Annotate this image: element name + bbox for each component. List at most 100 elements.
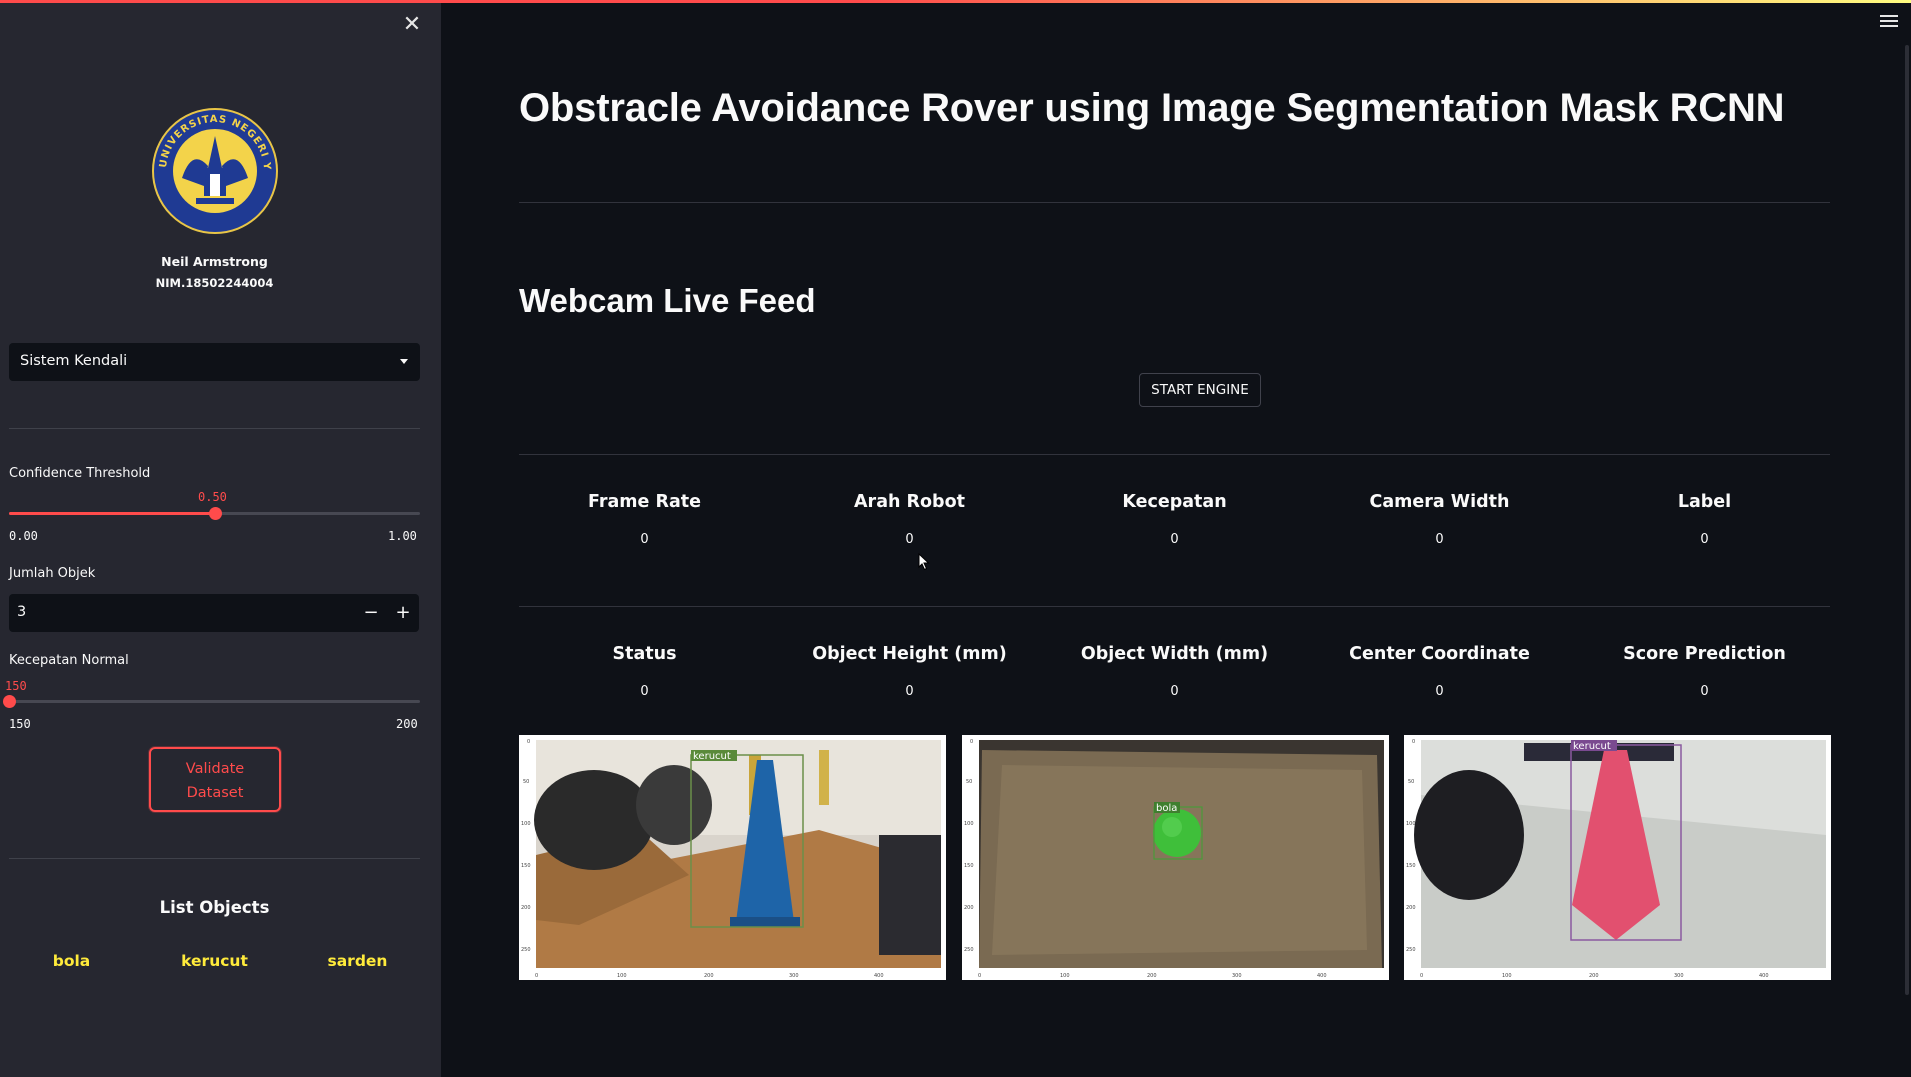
- metric-frame-rate: Frame Rate 0: [512, 492, 777, 547]
- decrement-button[interactable]: −: [355, 594, 387, 632]
- y-tick: 0: [970, 739, 973, 745]
- section-title: Webcam Live Feed: [519, 282, 816, 319]
- metric-arah-robot: Arah Robot 0: [777, 492, 1042, 547]
- mode-select-value: Sistem Kendali: [20, 353, 128, 369]
- metric-value: 0: [640, 532, 649, 547]
- confidence-slider-thumb[interactable]: [208, 507, 222, 520]
- y-tick: 50: [1408, 779, 1414, 785]
- metric-value: 0: [1700, 532, 1709, 547]
- user-nim: NIM.18502244004: [155, 276, 274, 290]
- object-item-bola: bola: [52, 952, 91, 970]
- metric-value: 0: [640, 684, 649, 699]
- x-tick: 0: [978, 973, 981, 979]
- detection-label: kerucut: [1573, 741, 1611, 752]
- metric-object-width: Object Width (mm) 0: [1042, 644, 1307, 699]
- y-tick: 150: [964, 863, 974, 869]
- x-tick: 200: [1147, 973, 1157, 979]
- kecepatan-value: 150: [5, 679, 27, 693]
- kecepatan-slider-thumb[interactable]: [3, 695, 16, 708]
- metric-label: Camera Width: [1369, 492, 1510, 512]
- close-icon[interactable]: ✕: [402, 14, 422, 36]
- y-tick: 100: [521, 821, 531, 827]
- y-tick: 200: [521, 905, 531, 911]
- metric-label: Object Height (mm): [812, 644, 1007, 664]
- object-item-kerucut: kerucut: [181, 952, 248, 970]
- confidence-slider-fill: [9, 512, 215, 515]
- x-tick: 400: [874, 973, 884, 979]
- y-tick: 250: [521, 947, 531, 953]
- metric-label: Object Width (mm): [1080, 644, 1269, 664]
- chevron-down-icon: [400, 359, 408, 364]
- y-tick: 50: [966, 779, 972, 785]
- y-tick: 150: [1406, 863, 1416, 869]
- confidence-max: 1.00: [388, 529, 417, 543]
- metrics-divider: [519, 454, 1830, 455]
- hamburger-menu-icon[interactable]: [1880, 15, 1898, 29]
- metric-label: Label: [1677, 492, 1732, 512]
- jumlah-objek-label: Jumlah Objek: [9, 566, 96, 581]
- metric-value: 0: [905, 684, 914, 699]
- kecepatan-min: 150: [9, 717, 31, 731]
- detection-label: kerucut: [693, 751, 731, 762]
- y-tick: 100: [964, 821, 974, 827]
- metric-value: 0: [1700, 684, 1709, 699]
- start-engine-button[interactable]: START ENGINE: [1139, 373, 1261, 407]
- metric-label: Kecepatan: [1122, 492, 1227, 512]
- x-tick: 100: [1060, 973, 1070, 979]
- metric-label-value: Label 0: [1572, 492, 1837, 547]
- detection-image-2: bola 0 50 100 150 200 250 0 100 200 300 …: [962, 735, 1389, 980]
- metric-value: 0: [1170, 532, 1179, 547]
- metric-center-coordinate: Center Coordinate 0: [1307, 644, 1572, 699]
- metric-value: 0: [1435, 684, 1444, 699]
- top-progress-bar: [0, 0, 1911, 3]
- user-name: Neil Armstrong: [161, 254, 268, 269]
- university-logo: UNIVERSITAS NEGERI YOGYAKARTA: [152, 108, 278, 234]
- x-tick: 100: [617, 973, 627, 979]
- x-tick: 400: [1317, 973, 1327, 979]
- detection-label: bola: [1156, 803, 1177, 814]
- mode-select[interactable]: Sistem Kendali: [9, 343, 420, 381]
- metric-label: Arah Robot: [854, 492, 965, 512]
- y-tick: 0: [527, 739, 530, 745]
- x-tick: 200: [1589, 973, 1599, 979]
- x-tick: 200: [704, 973, 714, 979]
- metric-object-height: Object Height (mm) 0: [777, 644, 1042, 699]
- y-tick: 150: [521, 863, 531, 869]
- x-tick: 300: [1232, 973, 1242, 979]
- metric-score-prediction: Score Prediction 0: [1572, 644, 1837, 699]
- page-title: Obstracle Avoidance Rover using Image Se…: [519, 86, 1785, 130]
- x-tick: 0: [535, 973, 538, 979]
- increment-button[interactable]: +: [387, 594, 419, 632]
- scrollbar[interactable]: [1905, 45, 1909, 995]
- y-tick: 50: [523, 779, 529, 785]
- y-tick: 100: [1406, 821, 1416, 827]
- detection-image-1: kerucut 0 50 100 150 200 250 0 100 200 3…: [519, 735, 946, 980]
- confidence-value: 0.50: [198, 490, 227, 504]
- validate-button-line1: Validate: [185, 761, 245, 777]
- detection-image-3: kerucut 0 50 100 150 200 250 0 100 200 3…: [1404, 735, 1831, 980]
- x-tick: 300: [1674, 973, 1684, 979]
- kecepatan-max: 200: [396, 717, 418, 731]
- kecepatan-slider-track[interactable]: [9, 700, 420, 703]
- metric-value: 0: [1435, 532, 1444, 547]
- x-tick: 400: [1759, 973, 1769, 979]
- validate-dataset-button[interactable]: Validate Dataset: [149, 747, 281, 812]
- y-tick: 200: [1406, 905, 1416, 911]
- sidebar: ✕ UNIVERSITAS NEGERI YOGYAKARTA Neil Arm…: [0, 0, 441, 1077]
- metric-value: 0: [1170, 684, 1179, 699]
- confidence-label: Confidence Threshold: [9, 466, 151, 481]
- metrics-divider: [519, 606, 1830, 607]
- jumlah-objek-input[interactable]: 3 − +: [9, 594, 419, 632]
- y-tick: 250: [1406, 947, 1416, 953]
- list-objects-title: List Objects: [159, 898, 270, 917]
- confidence-min: 0.00: [9, 529, 38, 543]
- x-tick: 100: [1502, 973, 1512, 979]
- y-tick: 250: [964, 947, 974, 953]
- metric-label: Status: [612, 644, 677, 664]
- x-tick: 0: [1420, 973, 1423, 979]
- metric-label: Score Prediction: [1623, 644, 1786, 664]
- object-item-sarden: sarden: [327, 952, 388, 970]
- sidebar-divider: [9, 858, 420, 859]
- metric-status: Status 0: [512, 644, 777, 699]
- kecepatan-label: Kecepatan Normal: [9, 653, 129, 668]
